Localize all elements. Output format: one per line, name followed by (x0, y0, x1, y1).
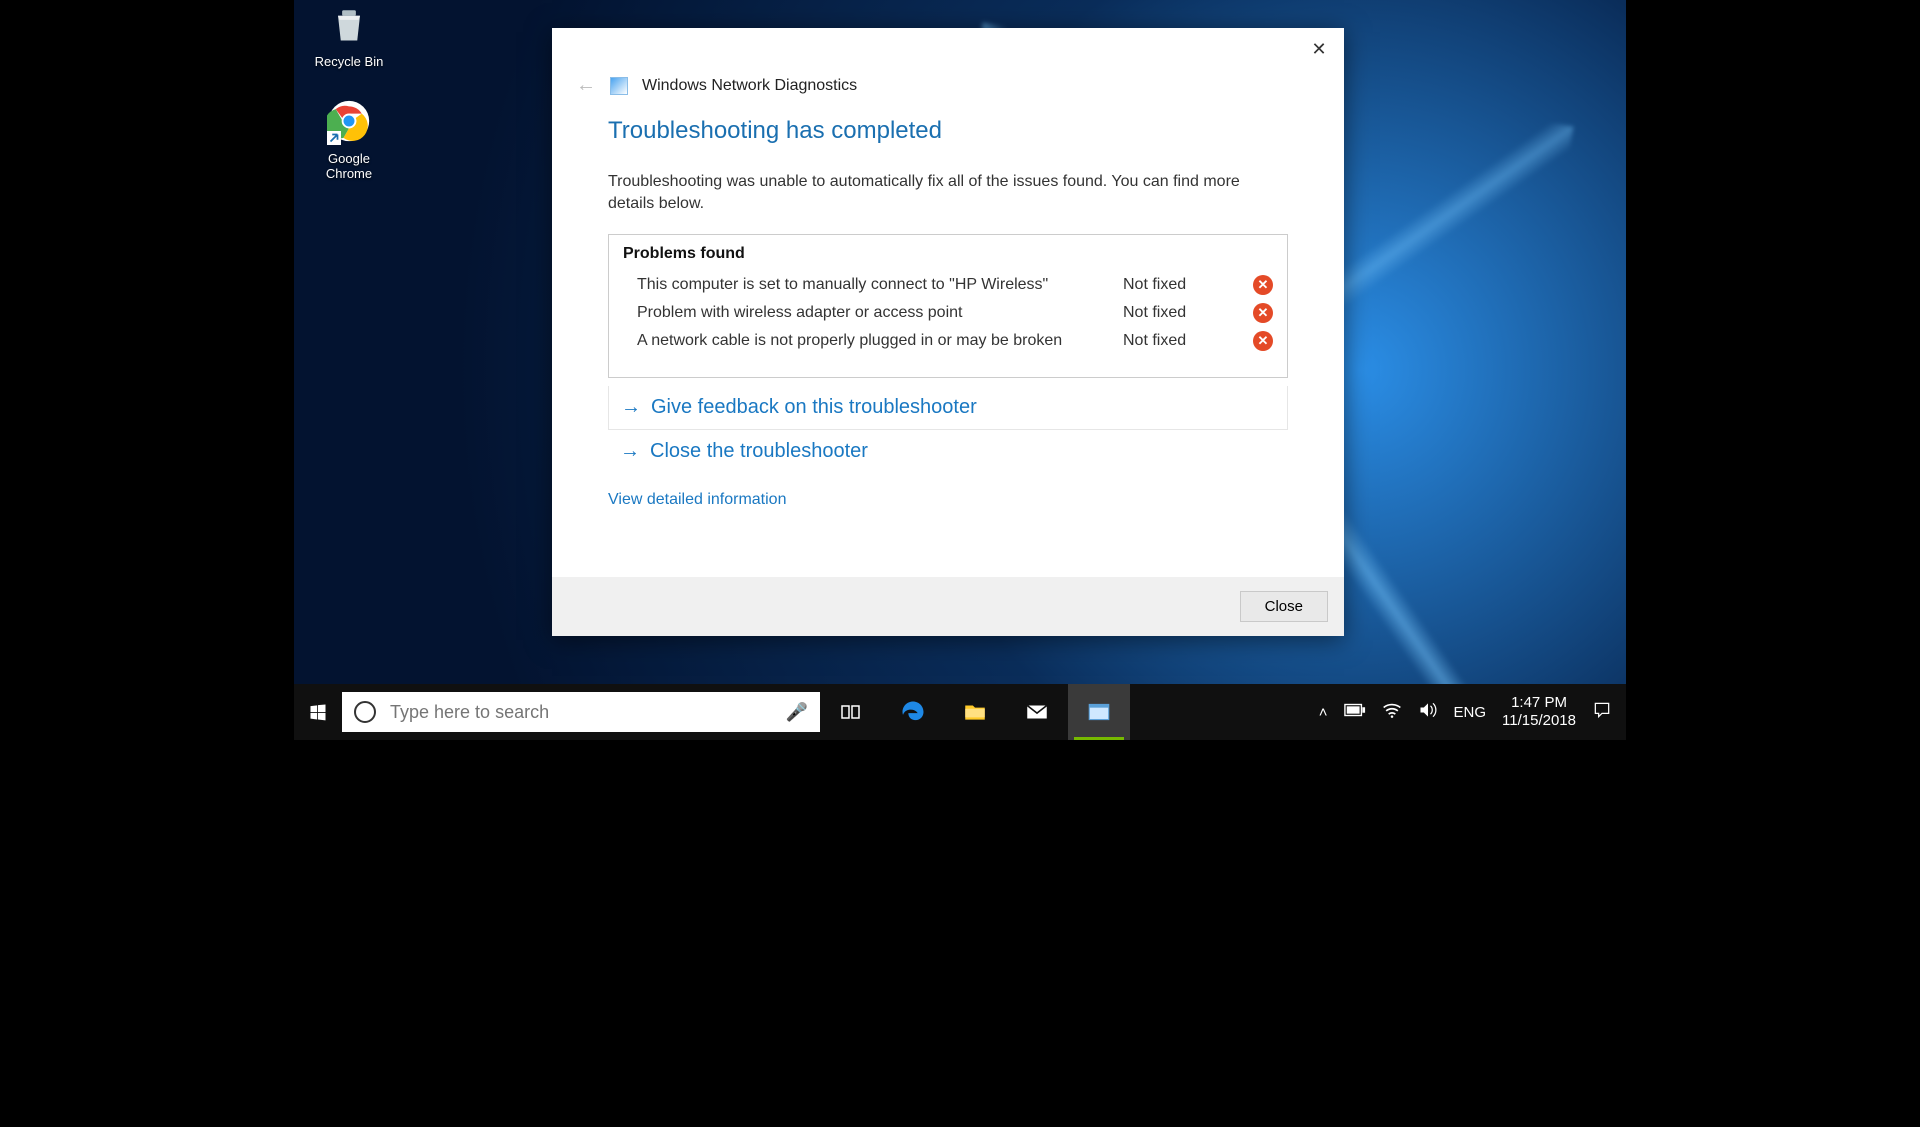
problem-status: Not fixed (1123, 304, 1253, 322)
dialog-app-title: Windows Network Diagnostics (642, 77, 857, 95)
folder-icon (962, 699, 988, 725)
troubleshooter-dialog: ✕ ← Windows Network Diagnostics Troubles… (552, 28, 1344, 636)
dialog-heading: Troubleshooting has completed (608, 117, 1288, 145)
tray-chevron-up-icon[interactable]: ˄ (1319, 704, 1328, 721)
problem-status: Not fixed (1123, 332, 1253, 350)
windows-logo-icon (308, 702, 328, 722)
language-indicator[interactable]: ENG (1454, 704, 1487, 721)
cortana-circle-icon (354, 701, 376, 723)
problem-row: This computer is set to manually connect… (623, 271, 1273, 299)
close-troubleshooter-link[interactable]: → Close the troubleshooter (620, 440, 1276, 463)
give-feedback-link[interactable]: → Give feedback on this troubleshooter (621, 396, 1275, 419)
taskbar-app-file-explorer[interactable] (944, 684, 1006, 740)
window-close-button[interactable]: ✕ (1300, 34, 1338, 64)
back-button[interactable]: ← (576, 74, 596, 97)
desktop-icon-recycle-bin[interactable]: Recycle Bin (304, 0, 394, 69)
arrow-right-icon: → (621, 396, 641, 419)
microphone-icon[interactable]: 🎤 (786, 702, 808, 723)
problem-description: A network cable is not properly plugged … (623, 332, 1123, 350)
error-icon: ✕ (1253, 275, 1273, 295)
problem-row: Problem with wireless adapter or access … (623, 299, 1273, 327)
task-view-button[interactable] (820, 684, 882, 740)
problem-status: Not fixed (1123, 276, 1253, 294)
arrow-left-icon: ← (576, 74, 596, 96)
action-center-icon[interactable] (1592, 700, 1612, 724)
action-link-label: Give feedback on this troubleshooter (651, 396, 977, 419)
task-view-icon (839, 700, 863, 724)
system-tray: ˄ ENG 1:47 PM 11/15/2018 (1305, 694, 1626, 730)
desktop-icon-google-chrome[interactable]: Google Chrome (304, 97, 394, 181)
taskbar-clock[interactable]: 1:47 PM 11/15/2018 (1502, 694, 1576, 730)
problem-description: This computer is set to manually connect… (623, 276, 1123, 294)
error-icon: ✕ (1253, 331, 1273, 351)
taskbar-app-diagnostics[interactable] (1068, 684, 1130, 740)
edge-icon (899, 698, 927, 726)
recycle-bin-icon (325, 0, 373, 48)
chrome-icon (325, 97, 373, 145)
battery-icon[interactable] (1344, 703, 1366, 721)
problem-row: A network cable is not properly plugged … (623, 327, 1273, 355)
diagnostics-app-icon (610, 77, 628, 95)
desktop-icon-label: Recycle Bin (304, 54, 394, 69)
dialog-subtext: Troubleshooting was unable to automatica… (608, 171, 1288, 216)
problems-heading: Problems found (623, 245, 1273, 263)
problems-found-box: Problems found This computer is set to m… (608, 234, 1288, 378)
diagnostics-window-icon (1086, 699, 1112, 725)
close-button[interactable]: Close (1240, 591, 1328, 622)
start-button[interactable] (294, 684, 342, 740)
desktop-wallpaper: Recycle Bin Google Chrome (294, 0, 1626, 740)
view-detailed-info-link[interactable]: View detailed information (608, 491, 786, 509)
taskbar: 🎤 ˄ ENG (294, 684, 1626, 740)
close-icon: ✕ (1311, 39, 1326, 60)
taskbar-time: 1:47 PM (1502, 694, 1576, 712)
taskbar-date: 11/15/2018 (1502, 712, 1576, 730)
taskbar-search[interactable]: 🎤 (342, 692, 820, 732)
wifi-icon[interactable] (1382, 702, 1402, 722)
search-input[interactable] (390, 702, 772, 723)
volume-icon[interactable] (1418, 701, 1438, 723)
taskbar-app-edge[interactable] (882, 684, 944, 740)
arrow-right-icon: → (620, 440, 640, 463)
error-icon: ✕ (1253, 303, 1273, 323)
desktop-icon-label: Google Chrome (304, 151, 394, 181)
mail-icon (1024, 699, 1050, 725)
taskbar-app-mail[interactable] (1006, 684, 1068, 740)
problem-description: Problem with wireless adapter or access … (623, 304, 1123, 322)
action-link-label: Close the troubleshooter (650, 440, 868, 463)
